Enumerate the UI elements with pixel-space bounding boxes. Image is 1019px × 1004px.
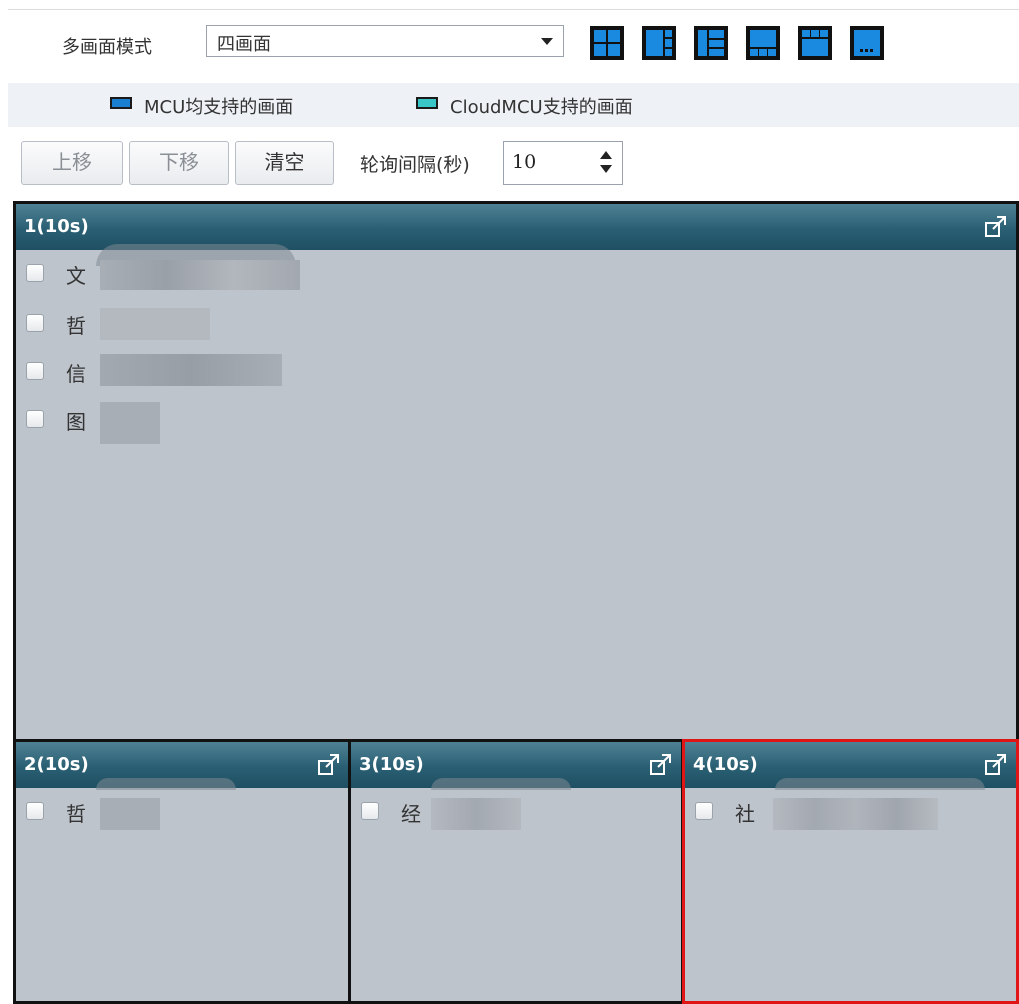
- pane-grid: 1(10s) 文 哲 信 图 2(10s) 哲 3(10s) 经 4(10s) …: [13, 201, 1019, 1004]
- redaction: [100, 354, 282, 386]
- interval-value: 10: [512, 151, 537, 173]
- expand-icon[interactable]: [649, 752, 673, 776]
- redaction: [100, 308, 210, 340]
- expand-icon[interactable]: [984, 214, 1008, 238]
- expand-icon[interactable]: [984, 752, 1008, 776]
- mode-select[interactable]: 四画面: [206, 25, 564, 57]
- interval-label: 轮询间隔(秒): [360, 154, 470, 176]
- expand-icon[interactable]: [317, 752, 341, 776]
- mcu-swatch: [110, 97, 132, 109]
- cloud-swatch: [416, 97, 438, 109]
- layout-1plus3-icon[interactable]: [694, 26, 728, 60]
- layout-1plus3-top-icon[interactable]: [798, 26, 832, 60]
- chevron-down-icon: [541, 38, 553, 45]
- redaction: [100, 798, 160, 830]
- pane-title: 4(10s): [693, 754, 758, 775]
- pane-3[interactable]: 3(10s) 经: [348, 739, 684, 1004]
- checkbox[interactable]: [26, 314, 44, 332]
- layout-1plus5-icon[interactable]: [642, 26, 676, 60]
- pane-title: 3(10s): [359, 754, 424, 775]
- mcu-legend-label: MCU均支持的画面: [144, 97, 294, 118]
- redaction: [431, 778, 571, 790]
- spin-down-icon[interactable]: [600, 165, 612, 173]
- mode-select-value: 四画面: [217, 34, 271, 55]
- checkbox[interactable]: [26, 410, 44, 428]
- redaction: [96, 778, 236, 790]
- move-down-button[interactable]: 下移: [129, 141, 229, 185]
- spin-up-icon[interactable]: [600, 151, 612, 159]
- redaction: [773, 798, 938, 830]
- top-divider: [8, 9, 1019, 10]
- checkbox[interactable]: [26, 362, 44, 380]
- pane-2[interactable]: 2(10s) 哲: [13, 739, 352, 1004]
- item-label: 哲: [66, 802, 86, 826]
- pane-title: 1(10s): [24, 216, 89, 237]
- cloud-legend-label: CloudMCU支持的画面: [450, 97, 633, 118]
- redaction: [431, 798, 521, 830]
- legend: MCU均支持的画面 CloudMCU支持的画面: [8, 83, 1019, 127]
- item-label: 图: [66, 410, 86, 434]
- pane-4[interactable]: 4(10s) 社: [682, 739, 1019, 1004]
- redaction: [100, 402, 160, 444]
- interval-spinner[interactable]: 10: [503, 141, 623, 185]
- pane-1[interactable]: 1(10s) 文 哲 信 图: [13, 201, 1019, 743]
- checkbox[interactable]: [26, 802, 44, 820]
- item-label: 哲: [66, 314, 86, 338]
- move-up-button[interactable]: 上移: [21, 141, 123, 185]
- checkbox[interactable]: [26, 264, 44, 282]
- mode-label: 多画面模式: [62, 37, 152, 58]
- redaction: [775, 778, 985, 790]
- layout-1plus3-bottom-icon[interactable]: [746, 26, 780, 60]
- layout-2x2-icon[interactable]: [590, 26, 624, 60]
- item-label: 经: [401, 802, 421, 826]
- redaction: [100, 260, 300, 290]
- checkbox[interactable]: [361, 802, 379, 820]
- clear-button[interactable]: 清空: [235, 141, 334, 185]
- item-label: 信: [66, 362, 86, 386]
- item-label: 社: [735, 802, 755, 826]
- layout-1plus4-bottom-icon[interactable]: [850, 26, 884, 60]
- checkbox[interactable]: [695, 802, 713, 820]
- pane-title: 2(10s): [24, 754, 89, 775]
- item-label: 文: [66, 264, 86, 288]
